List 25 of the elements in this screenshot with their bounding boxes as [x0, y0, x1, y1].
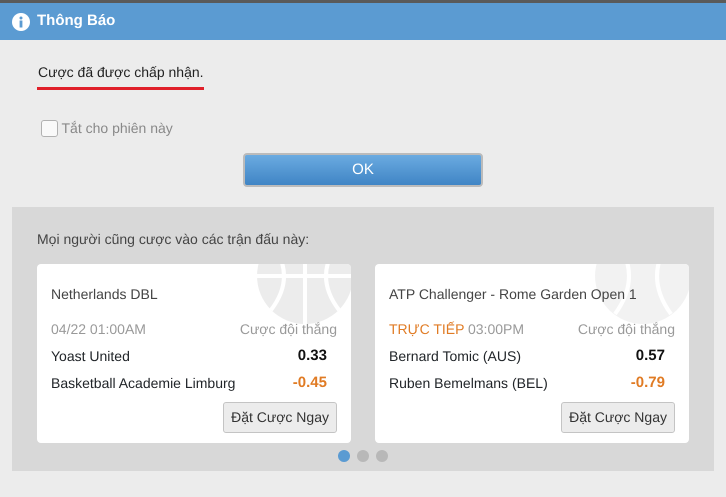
pager-dot[interactable] [357, 450, 369, 462]
odds-value: 0.57 [634, 346, 666, 366]
odds-value: -0.45 [292, 373, 328, 393]
pager-dot[interactable] [338, 450, 350, 462]
odds-value: 0.33 [296, 346, 328, 366]
section-heading: Mọi người cũng cược vào các trận đấu này: [37, 230, 310, 249]
checkbox-label: Tắt cho phiên này [62, 119, 173, 138]
league-name: ATP Challenger - Rome Garden Open 1 [389, 285, 638, 304]
match-time: 04/22 01:00AM [51, 320, 146, 339]
bet-now-button[interactable]: Đặt Cược Ngay [561, 402, 675, 433]
bet-type: Cược đội thắng [240, 320, 337, 339]
live-label: TRỰC TIẾP [389, 320, 464, 339]
bet-type: Cược đội thắng [578, 320, 675, 339]
message-text: Cược đã được chấp nhận. [37, 62, 204, 90]
pager-dot[interactable] [376, 450, 388, 462]
bet-now-button[interactable]: Đặt Cược Ngay [223, 402, 337, 433]
team-name: Ruben Bemelmans (BEL) [389, 374, 548, 393]
team-name: Basketball Academie Limburg [51, 374, 236, 393]
window-title: Thông Báo [37, 11, 116, 32]
odds-value: -0.79 [630, 373, 666, 393]
info-icon [12, 12, 30, 30]
team-name: Bernard Tomic (AUS) [389, 346, 522, 366]
team-name: Yoast United [51, 346, 130, 366]
league-name: Netherlands DBL [51, 285, 159, 304]
match-time: 03:00PM [468, 320, 524, 339]
